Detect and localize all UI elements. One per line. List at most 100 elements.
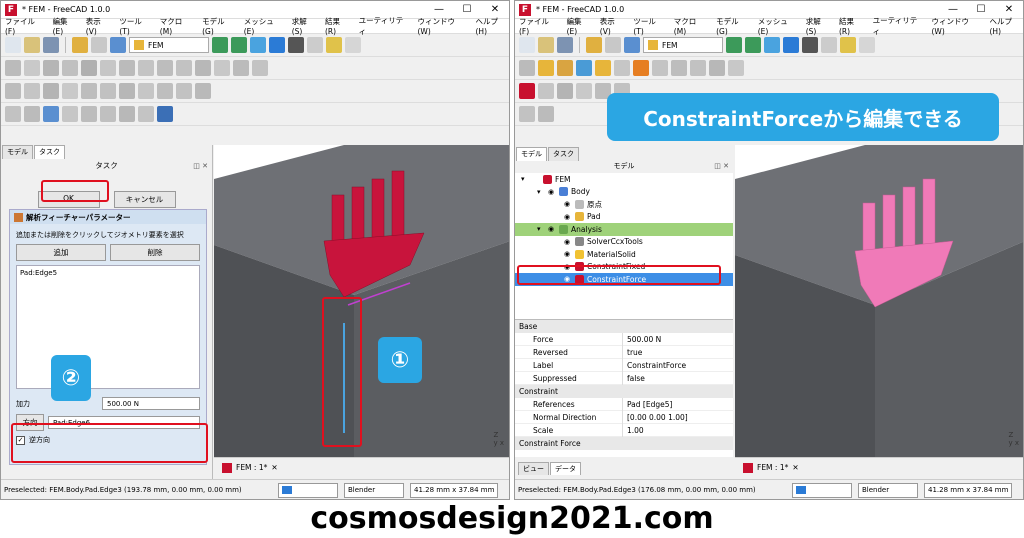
visibility-eye-icon[interactable]: ◉ (564, 213, 573, 221)
tree-item[interactable]: ▾ ◉ Analysis (515, 223, 733, 236)
plane-icon[interactable] (138, 106, 154, 122)
menu-tools[interactable]: ツール(T) (633, 16, 665, 36)
post-pipeline-icon[interactable] (576, 83, 592, 99)
maximize-icon[interactable]: ☐ (967, 4, 995, 15)
property-row[interactable]: Suppressed false (515, 371, 733, 385)
constraint-force-icon[interactable] (576, 60, 592, 76)
close-icon[interactable]: ✕ (995, 4, 1023, 15)
close-tab-icon[interactable]: ✕ (792, 463, 798, 472)
view-cube-icon[interactable] (764, 37, 780, 53)
expand-arrow-icon[interactable]: ▾ (521, 175, 530, 183)
expand-arrow-icon[interactable]: ▾ (537, 225, 546, 233)
property-row[interactable]: Reversed true (515, 345, 733, 359)
maximize-icon[interactable]: ☐ (453, 4, 481, 15)
3d-viewport[interactable]: Zy x (735, 145, 1023, 457)
text-icon[interactable] (5, 60, 21, 76)
flow-icon[interactable] (214, 60, 230, 76)
menu-results[interactable]: 結果(R) (839, 16, 865, 36)
visibility-eye-icon[interactable]: ◉ (564, 238, 573, 246)
open-file-icon[interactable] (24, 37, 40, 53)
zoom-selection-icon[interactable] (231, 37, 247, 53)
navigation-style-selector[interactable]: Blender (858, 482, 918, 498)
menu-help[interactable]: ヘルプ(H) (476, 16, 509, 36)
refresh-icon[interactable] (624, 37, 640, 53)
mesh-region-icon[interactable] (252, 60, 268, 76)
menu-mesh[interactable]: メッシュ(E) (758, 16, 798, 36)
recompute-icon[interactable] (43, 106, 59, 122)
menu-utilities[interactable]: ユーティリティ (359, 15, 410, 37)
data-at-point-icon[interactable] (157, 83, 173, 99)
property-value[interactable]: false (623, 374, 645, 383)
material-icon[interactable] (24, 60, 40, 76)
menu-tools[interactable]: ツール(T) (119, 16, 151, 36)
expand-arrow-icon[interactable]: ▾ (537, 188, 546, 196)
constraint-fixed-icon[interactable] (557, 60, 573, 76)
menu-solve[interactable]: 求解(S) (292, 16, 317, 36)
panel-float-close-icon[interactable]: ◫ ✕ (714, 161, 729, 171)
redo-icon[interactable] (91, 37, 107, 53)
constraint-temperature-icon[interactable] (709, 60, 725, 76)
post-pipeline-icon[interactable] (62, 83, 78, 99)
cancel-button[interactable]: キャンセル (113, 191, 176, 208)
section-icon[interactable] (24, 106, 40, 122)
constraint-pressure-icon[interactable] (595, 60, 611, 76)
force-input[interactable]: 500.00 N (102, 397, 200, 410)
view-cube-icon[interactable] (250, 37, 266, 53)
glyph-icon[interactable] (195, 83, 211, 99)
text-icon[interactable] (519, 60, 535, 76)
constraint-tie-icon[interactable] (652, 60, 668, 76)
flow-icon[interactable] (728, 60, 744, 76)
section-header[interactable]: 解析フィーチャーパラメーター (10, 210, 206, 224)
zoom-fit-icon[interactable] (212, 37, 228, 53)
grid-icon[interactable] (62, 106, 78, 122)
constraint-heat-icon[interactable] (176, 60, 192, 76)
constraint-displacement-icon[interactable] (614, 60, 630, 76)
property-row[interactable]: Label ConstraintForce (515, 358, 733, 372)
results-icon[interactable] (43, 83, 59, 99)
menu-results[interactable]: 結果(R) (325, 16, 351, 36)
tab-tasks[interactable]: タスク (548, 147, 579, 161)
menu-solve[interactable]: 求解(S) (806, 16, 831, 36)
minimize-icon[interactable]: — (939, 4, 967, 15)
constraint-contact-icon[interactable] (119, 60, 135, 76)
menu-model[interactable]: モデル(G) (716, 16, 750, 36)
undo-icon[interactable] (586, 37, 602, 53)
reference-list[interactable]: Pad:Edge5 (16, 265, 200, 389)
open-file-icon[interactable] (538, 37, 554, 53)
property-value[interactable]: Pad [Edge5] (623, 400, 672, 409)
property-row[interactable]: References Pad [Edge5] (515, 397, 733, 411)
menu-edit[interactable]: 編集(E) (53, 16, 78, 36)
zoom-fit-icon[interactable] (726, 37, 742, 53)
draw-style-selector[interactable] (278, 482, 338, 498)
menu-macro[interactable]: マクロ(M) (160, 16, 194, 36)
tree-item[interactable]: ◉ 原点 (515, 198, 733, 211)
draw-style-icon[interactable] (802, 37, 818, 53)
visibility-eye-icon[interactable]: ◉ (564, 250, 573, 258)
document-tab[interactable]: FEM : 1* (236, 463, 267, 472)
box-icon[interactable] (100, 106, 116, 122)
list-item[interactable]: Pad:Edge5 (20, 269, 196, 277)
workbench-selector[interactable]: FEM (643, 37, 723, 53)
menu-utilities[interactable]: ユーティリティ (873, 15, 924, 37)
part-icon[interactable] (840, 37, 856, 53)
solver-icon[interactable] (519, 83, 535, 99)
redo-icon[interactable] (605, 37, 621, 53)
new-file-icon[interactable] (519, 37, 535, 53)
solver-icon[interactable] (5, 83, 21, 99)
warp-filter-icon[interactable] (119, 83, 135, 99)
zoom-selection-icon[interactable] (745, 37, 761, 53)
constraint-force-icon[interactable] (62, 60, 78, 76)
menu-model[interactable]: モデル(G) (202, 16, 236, 36)
property-value[interactable]: 1.00 (623, 426, 644, 435)
save-icon[interactable] (43, 37, 59, 53)
refresh-icon[interactable] (110, 37, 126, 53)
constraint-pressure-icon[interactable] (81, 60, 97, 76)
menu-view[interactable]: 表示(V) (86, 16, 112, 36)
menu-edit[interactable]: 編集(E) (567, 16, 592, 36)
property-group[interactable]: Base (515, 320, 733, 333)
data-along-line-icon[interactable] (138, 83, 154, 99)
clip-filter-icon[interactable] (81, 83, 97, 99)
tab-model[interactable]: モデル (516, 147, 547, 161)
select-icon[interactable] (269, 37, 285, 53)
link-icon[interactable] (821, 37, 837, 53)
